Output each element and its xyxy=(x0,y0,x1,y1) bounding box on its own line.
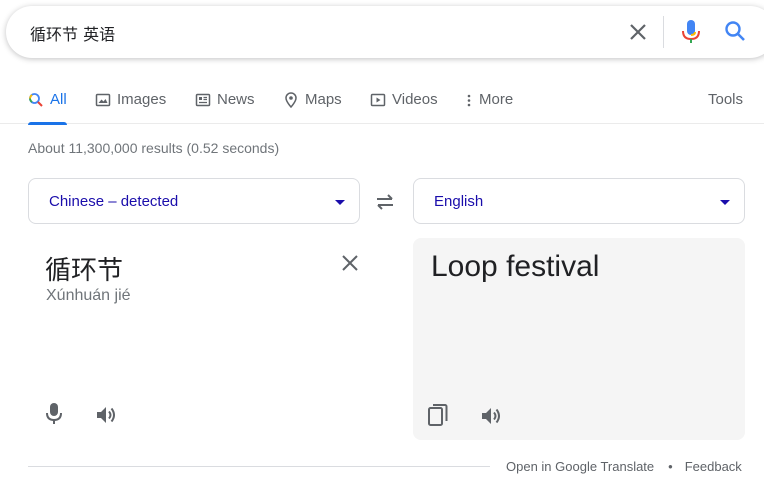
copy-icon[interactable] xyxy=(426,403,450,429)
translation-panel: Loop festival xyxy=(413,238,745,440)
clear-search-icon[interactable] xyxy=(626,20,650,44)
tab-maps[interactable]: Maps xyxy=(283,78,342,124)
tab-all[interactable]: All xyxy=(28,78,67,125)
target-language-label: English xyxy=(434,193,484,210)
speaker-icon[interactable] xyxy=(94,403,118,427)
result-stats: About 11,300,000 results (0.52 seconds) xyxy=(28,140,280,156)
source-language-select[interactable]: Chinese – detected xyxy=(28,178,360,224)
tab-news[interactable]: News xyxy=(195,78,255,124)
tab-label: News xyxy=(217,91,255,108)
image-icon xyxy=(95,93,111,107)
tools-button[interactable]: Tools xyxy=(708,78,743,124)
voice-search-icon[interactable] xyxy=(679,18,703,46)
footer-separator: • xyxy=(668,459,673,474)
map-pin-icon xyxy=(285,92,297,108)
tab-label: Maps xyxy=(305,91,342,108)
search-tabs: All Images News Maps Videos More Tools xyxy=(0,78,764,125)
clear-source-icon[interactable] xyxy=(338,251,362,275)
microphone-icon[interactable] xyxy=(42,401,66,427)
target-language-select[interactable]: English xyxy=(413,178,745,224)
search-icon xyxy=(29,93,43,107)
tab-label: More xyxy=(479,91,514,108)
search-icon[interactable] xyxy=(723,19,747,43)
speaker-icon[interactable] xyxy=(479,404,503,428)
source-language-label: Chinese – detected xyxy=(49,193,179,210)
tab-more[interactable]: More xyxy=(466,78,513,124)
tab-videos[interactable]: Videos xyxy=(370,78,438,124)
tab-label: All xyxy=(50,91,67,108)
source-pinyin: Xúnhuán jié xyxy=(46,287,131,304)
search-divider xyxy=(663,16,664,48)
video-icon xyxy=(370,93,386,107)
translated-text: Loop festival xyxy=(431,250,600,283)
chevron-down-icon xyxy=(335,200,345,205)
swap-languages-icon[interactable] xyxy=(373,190,397,214)
tab-label: Videos xyxy=(392,91,438,108)
search-bar[interactable]: 循环节 英语 xyxy=(6,6,764,58)
news-icon xyxy=(195,93,211,107)
tab-images[interactable]: Images xyxy=(95,78,166,124)
footer-divider xyxy=(28,466,490,467)
more-vert-icon xyxy=(467,94,471,107)
chevron-down-icon xyxy=(720,200,730,205)
search-input[interactable]: 循环节 英语 xyxy=(30,21,115,45)
source-text[interactable]: 循环节 xyxy=(45,250,123,287)
tab-label: Images xyxy=(117,91,167,108)
open-translate-link[interactable]: Open in Google Translate xyxy=(506,459,654,474)
translator-footer: Open in Google Translate • Feedback xyxy=(506,459,742,474)
tools-label: Tools xyxy=(708,91,744,108)
feedback-link[interactable]: Feedback xyxy=(685,459,742,474)
